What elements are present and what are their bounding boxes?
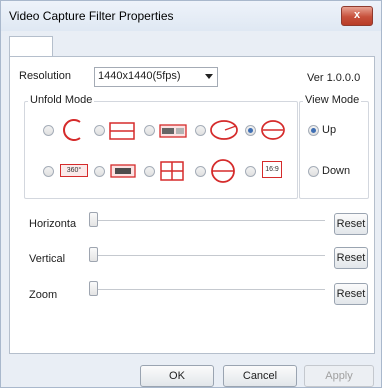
unfold-radio-3[interactable] (144, 125, 155, 136)
vertical-label: Vertical (29, 253, 66, 265)
view-mode-title: View Mode (303, 94, 362, 106)
vertical-reset-button[interactable]: Reset (334, 247, 368, 269)
view-mode-group (299, 101, 369, 199)
vertical-slider-thumb[interactable] (89, 247, 98, 262)
properties-dialog: Video Capture Filter Properties x Resolu… (0, 0, 382, 388)
quad-view-icon (160, 161, 184, 181)
tab-properties[interactable] (9, 36, 53, 58)
zoom-track[interactable] (93, 289, 325, 290)
ellipse-view-icon (210, 120, 238, 140)
view-up-radio[interactable] (308, 125, 319, 136)
vertical-track[interactable] (93, 255, 325, 256)
zoom-reset-button[interactable]: Reset (334, 283, 368, 305)
unfold-radio-2[interactable] (94, 125, 105, 136)
zoom-slider-thumb[interactable] (89, 281, 98, 296)
window-title: Video Capture Filter Properties (9, 9, 174, 23)
view-up-label: Up (322, 124, 337, 136)
horizontal-reset-button[interactable]: Reset (334, 213, 368, 235)
cylinder-view-icon (159, 124, 187, 138)
resolution-value: 1440x1440(5fps) (98, 70, 181, 82)
circle-fisheye-icon (63, 119, 81, 141)
cancel-button[interactable]: Cancel (223, 365, 297, 387)
apply-button[interactable]: Apply (304, 365, 374, 387)
unfold-radio-10[interactable] (245, 166, 256, 177)
unfold-radio-5[interactable] (245, 125, 256, 136)
zoom-label: Zoom (29, 289, 58, 301)
unfold-radio-1[interactable] (43, 125, 54, 136)
sphere-view-icon (211, 159, 235, 183)
title-bar: Video Capture Filter Properties x (1, 1, 381, 31)
close-button[interactable]: x (341, 6, 373, 26)
version-text: Ver 1.0.0.0 (307, 72, 361, 84)
resolution-label: Resolution (19, 70, 71, 82)
view-down-radio[interactable] (308, 166, 319, 177)
horizontal-slider-thumb[interactable] (89, 212, 98, 227)
split-panorama-icon (109, 122, 135, 140)
unfold-radio-6[interactable] (43, 166, 54, 177)
aspect-16-9-icon: 16:9 (262, 161, 282, 178)
dome-view-icon (261, 120, 285, 140)
view-down-label: Down (322, 165, 351, 177)
unfold-radio-4[interactable] (195, 125, 206, 136)
unfold-mode-title: Unfold Mode (28, 94, 95, 106)
horizontal-track[interactable] (93, 220, 325, 221)
tab-panel: Resolution 1440x1440(5fps) Ver 1.0.0.0 U… (9, 56, 375, 354)
resolution-select[interactable]: 1440x1440(5fps) (94, 67, 218, 87)
ok-button[interactable]: OK (140, 365, 214, 387)
unfold-radio-9[interactable] (195, 166, 206, 177)
panorama-360-icon: 360° (60, 164, 88, 177)
chevron-down-icon (205, 74, 213, 79)
unfold-radio-8[interactable] (144, 166, 155, 177)
unfold-mode-group (24, 101, 298, 199)
horizontal-label: Horizonta (29, 218, 77, 230)
unfold-radio-7[interactable] (94, 166, 105, 177)
dual-view-icon (110, 164, 136, 178)
